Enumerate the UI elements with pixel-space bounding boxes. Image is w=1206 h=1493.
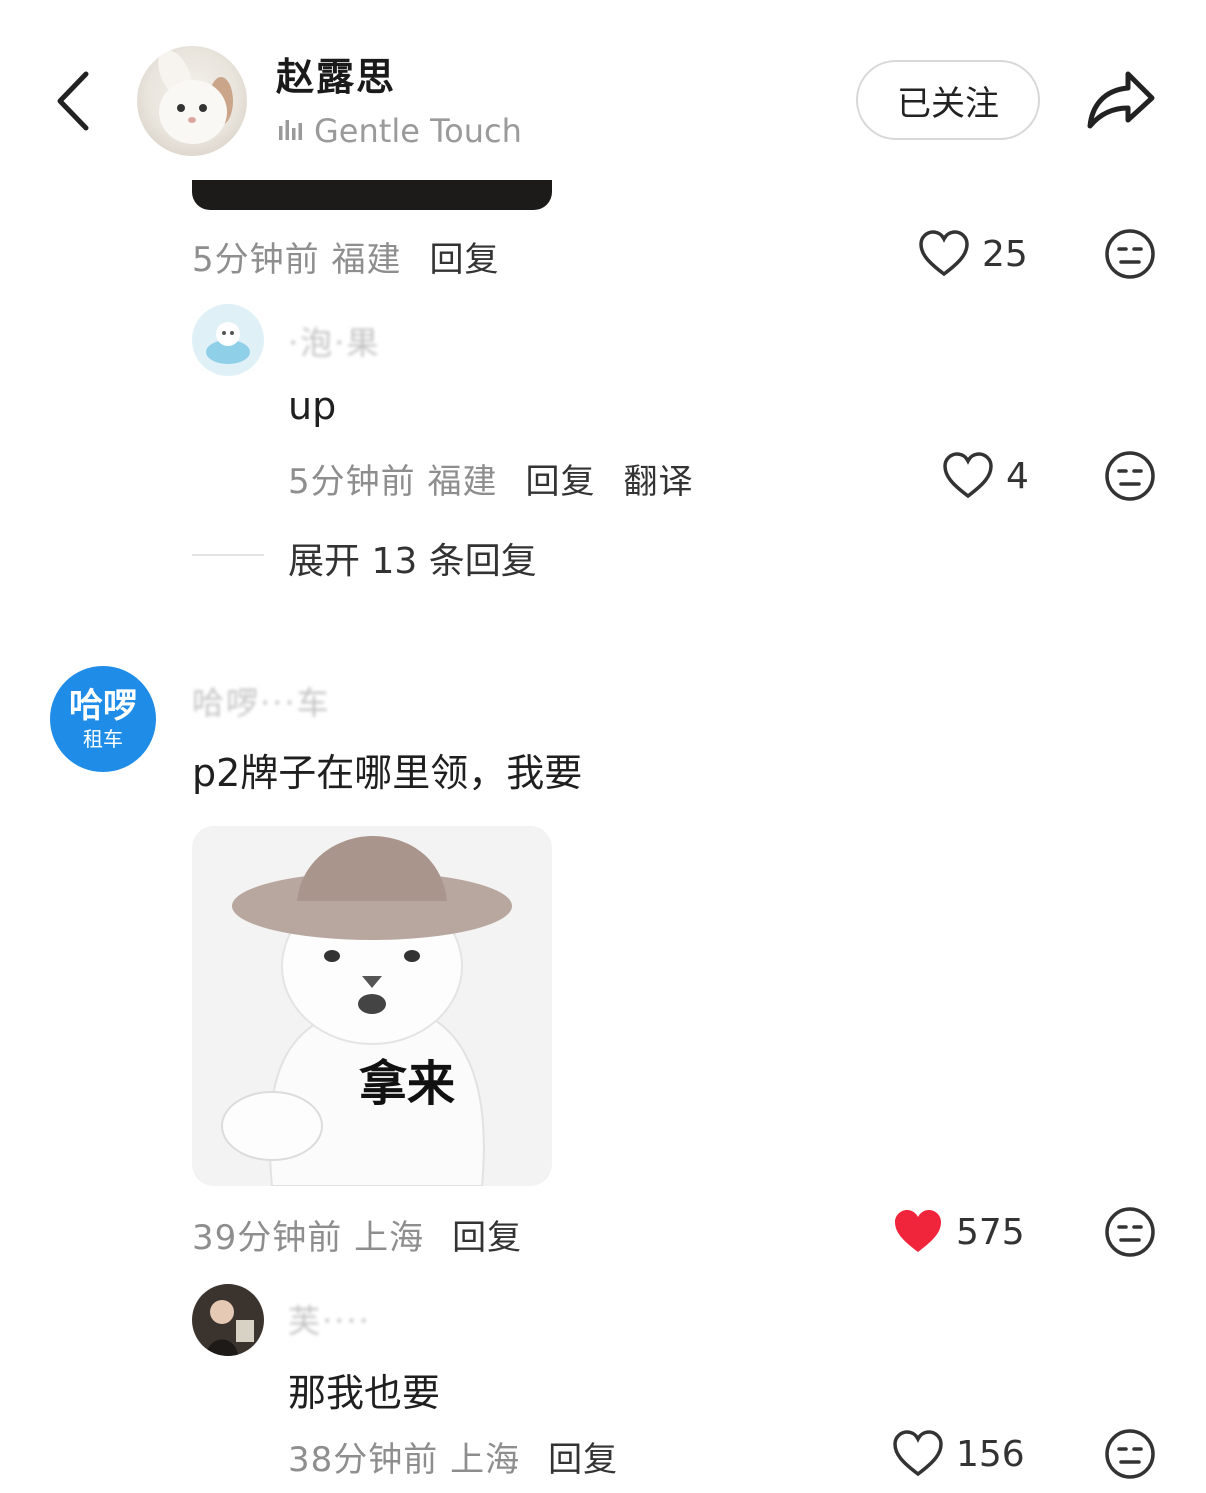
dislike-face-icon[interactable]	[1104, 228, 1156, 280]
avatar-brand-subtext: 租车	[83, 727, 123, 751]
like-button[interactable]: 156	[892, 1430, 1025, 1478]
time-location: 39分钟前 上海	[192, 1218, 425, 1258]
heart-icon	[943, 452, 993, 499]
music-title: Gentle Touch	[314, 112, 522, 150]
author-avatar[interactable]	[137, 46, 247, 156]
like-count: 575	[956, 1211, 1025, 1253]
author-name[interactable]: 赵露思	[276, 46, 396, 101]
like-count: 4	[1006, 455, 1029, 497]
music-line[interactable]: Gentle Touch	[278, 112, 522, 150]
reply-button[interactable]: 回复	[548, 1440, 618, 1480]
like-button[interactable]: 25	[918, 230, 1028, 278]
username[interactable]: 哈啰‧‧‧车	[192, 678, 331, 724]
sound-wave-icon	[278, 112, 304, 150]
follow-button[interactable]: 已关注	[856, 60, 1040, 140]
like-count: 156	[956, 1433, 1025, 1475]
expand-replies-button[interactable]: 展开 13 条回复	[288, 532, 537, 584]
back-icon[interactable]	[52, 68, 96, 134]
sticker-image[interactable]: 拿来	[192, 826, 552, 1186]
dislike-face-icon[interactable]	[1104, 450, 1156, 502]
comment-meta: 39分钟前 上海 回复	[192, 1210, 522, 1259]
like-count: 25	[982, 233, 1028, 275]
heart-icon	[893, 1430, 943, 1477]
share-icon[interactable]	[1084, 66, 1156, 132]
divider	[192, 554, 264, 556]
dislike-face-icon[interactable]	[1104, 1206, 1156, 1258]
comment-text: 那我也要	[288, 1371, 441, 1415]
sticker-caption: 拿来	[358, 1056, 455, 1112]
user-avatar[interactable]	[192, 304, 264, 376]
comment-text: up	[288, 384, 337, 428]
heart-icon	[919, 230, 969, 277]
translate-button[interactable]: 翻译	[623, 462, 693, 502]
time-location: 38分钟前 上海	[288, 1440, 521, 1480]
user-avatar[interactable]: 哈啰 租车	[50, 666, 156, 772]
time-location: 5分钟前 福建	[288, 462, 498, 502]
username[interactable]: ‧泡‧果	[288, 318, 380, 364]
comment-text: p2牌子在哪里领，我要	[192, 751, 583, 795]
user-avatar[interactable]	[192, 1284, 264, 1356]
like-button[interactable]: 575	[892, 1208, 1025, 1256]
time-location: 5分钟前 福建	[192, 240, 402, 280]
dislike-face-icon[interactable]	[1104, 1428, 1156, 1480]
comment-image[interactable]	[192, 180, 552, 210]
reply-button[interactable]: 回复	[452, 1218, 522, 1258]
reply-button[interactable]: 回复	[525, 462, 595, 502]
reply-button[interactable]: 回复	[429, 240, 499, 280]
comment-meta: 38分钟前 上海 回复	[288, 1432, 618, 1481]
like-button[interactable]: 4	[942, 452, 1029, 500]
comment-meta: 5分钟前 福建 回复	[192, 232, 499, 281]
heart-filled-icon	[895, 1210, 941, 1252]
username[interactable]: 芙‧‧‧‧	[288, 1296, 371, 1342]
comment-meta: 5分钟前 福建 回复 翻译	[288, 454, 693, 503]
avatar-brand-text: 哈啰	[69, 686, 137, 726]
